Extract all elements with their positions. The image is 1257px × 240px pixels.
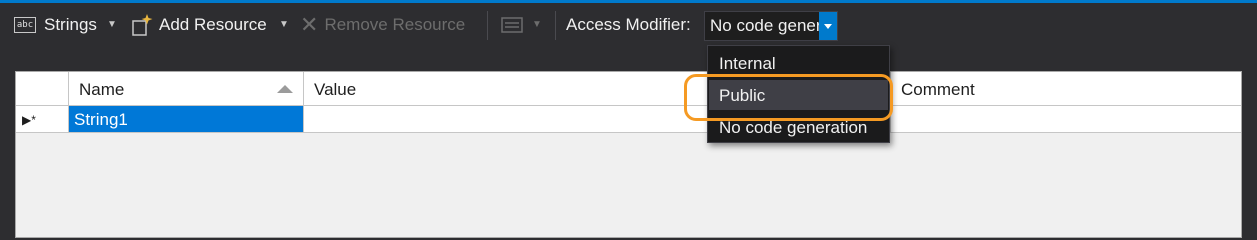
add-resource-label: Add Resource (159, 14, 267, 34)
remove-resource-label: Remove Resource (324, 14, 466, 34)
add-resource-button[interactable]: Add Resource (130, 3, 267, 46)
new-row-marker-icon: ▶* (22, 113, 36, 127)
access-modifier-select[interactable]: No code generation (704, 11, 838, 41)
strings-button[interactable]: Strings (44, 3, 97, 46)
table-row[interactable]: ▶* String1 (16, 106, 1241, 133)
column-header-value-label: Value (314, 80, 357, 99)
view-options-button[interactable]: ▼ (500, 3, 542, 46)
access-modifier-label: Access Modifier: (566, 14, 691, 34)
grid-view-icon (501, 16, 523, 33)
close-icon: ✕ (300, 11, 319, 37)
column-header-comment[interactable]: Comment (890, 72, 1241, 106)
comment-cell[interactable] (890, 106, 1241, 132)
strings-dropdown-button[interactable]: ▼ (107, 3, 117, 46)
chevron-down-icon: ▼ (107, 19, 117, 30)
grid-header: Name Value Comment (16, 72, 1241, 106)
column-header-name-label: Name (79, 80, 125, 99)
chevron-down-icon[interactable] (819, 12, 837, 40)
strings-icon[interactable]: abc (14, 17, 36, 33)
sort-ascending-icon (277, 85, 293, 93)
access-modifier-value: No code generation (710, 16, 822, 35)
column-header-name[interactable]: Name (68, 72, 303, 106)
chevron-down-icon: ▼ (532, 19, 542, 30)
resource-toolbar: abc Strings ▼ Add Resource ▼ ✕ Remove Re… (0, 3, 1257, 46)
add-resource-dropdown-button[interactable]: ▼ (279, 3, 289, 46)
name-cell[interactable]: String1 (68, 106, 303, 132)
strings-label: Strings (44, 14, 97, 34)
chevron-down-icon: ▼ (279, 19, 289, 30)
column-header-comment-label: Comment (901, 80, 975, 99)
highlight-ring (684, 74, 893, 121)
resource-grid: Name Value Comment ▶* String1 (15, 71, 1242, 238)
add-resource-icon (132, 13, 153, 36)
remove-resource-button[interactable]: ✕ Remove Resource (300, 3, 465, 46)
toolbar-separator (487, 11, 488, 40)
toolbar-separator (555, 11, 556, 40)
